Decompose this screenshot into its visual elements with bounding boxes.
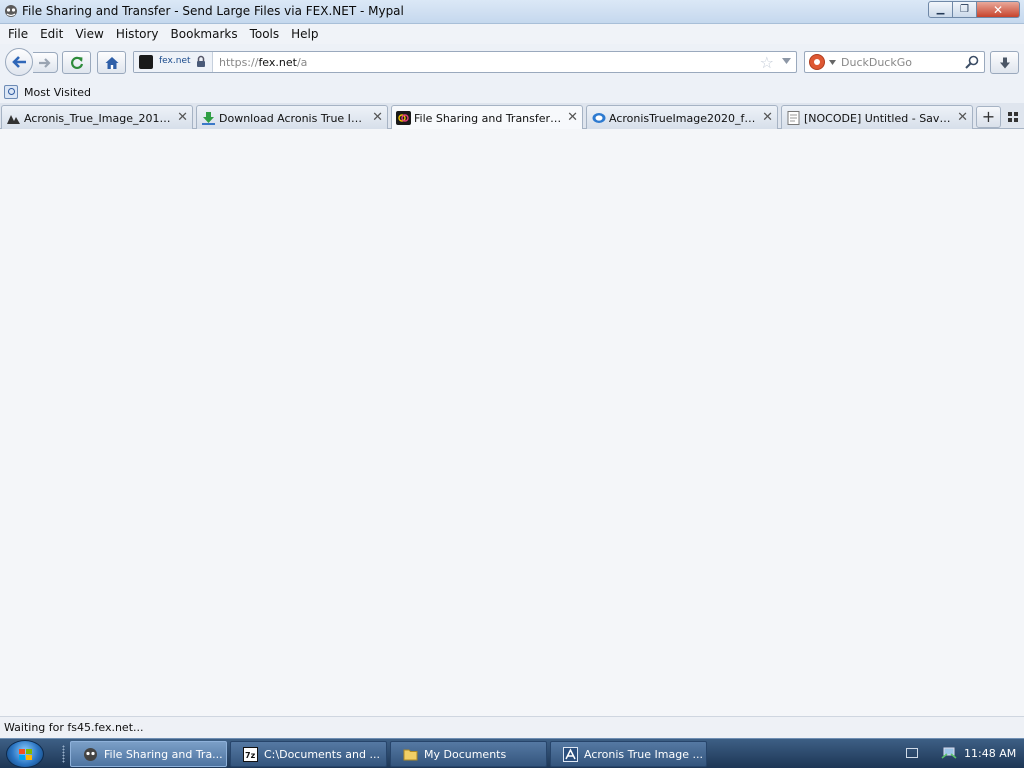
- tab-fex-file-sharing[interactable]: File Sharing and Transfer - ... ✕: [391, 105, 583, 130]
- start-button[interactable]: [6, 740, 44, 768]
- back-arrow-icon: [12, 56, 26, 68]
- url-path: /a: [296, 56, 308, 69]
- maximize-button[interactable]: ❐: [953, 1, 977, 18]
- tab-label: File Sharing and Transfer - ...: [414, 112, 562, 125]
- taskbar-item-label: My Documents: [424, 748, 507, 761]
- system-tray: 11:48 AM: [896, 739, 1024, 768]
- svg-text:7z: 7z: [245, 751, 256, 760]
- tab-list-icon[interactable]: [1008, 112, 1018, 122]
- forward-arrow-icon: [39, 57, 51, 68]
- windows-taskbar: File Sharing and Tra... 7z C:\Documents …: [0, 738, 1024, 768]
- fex-icon: [396, 111, 411, 125]
- page-icon: [787, 111, 800, 125]
- acronis-app-icon: [563, 747, 578, 762]
- home-button[interactable]: [97, 51, 126, 74]
- taskbar-item-my-documents[interactable]: My Documents: [390, 741, 547, 767]
- keyboard-icon[interactable]: [906, 748, 918, 758]
- menu-edit[interactable]: Edit: [34, 24, 69, 44]
- menu-bookmarks[interactable]: Bookmarks: [165, 24, 244, 44]
- url-scheme: https://: [219, 56, 259, 69]
- new-tab-button[interactable]: +: [976, 106, 1001, 128]
- network-icon[interactable]: [941, 746, 957, 760]
- search-input[interactable]: [841, 55, 961, 69]
- bookmark-star-icon[interactable]: ☆: [760, 53, 774, 72]
- download-arrow-icon: [999, 57, 1010, 68]
- bookmarks-toolbar: Most Visited: [0, 80, 1024, 103]
- tab-label: Acronis_True_Image_2015_v...: [24, 112, 172, 125]
- taskbar-item-7zip[interactable]: 7z C:\Documents and ...: [230, 741, 387, 767]
- tab-close-icon[interactable]: ✕: [372, 110, 383, 125]
- cloud-icon: [592, 113, 606, 123]
- url-host: fex.net: [258, 56, 297, 69]
- back-button[interactable]: [5, 48, 33, 76]
- tab-close-icon[interactable]: ✕: [957, 110, 968, 125]
- status-bar: Waiting for fs45.fex.net...: [0, 716, 1024, 738]
- taskbar-item-browser[interactable]: File Sharing and Tra...: [70, 741, 227, 767]
- url-history-dropdown-icon[interactable]: [782, 58, 791, 65]
- minimize-button[interactable]: ▁: [928, 1, 953, 18]
- most-visited-bookmark[interactable]: Most Visited: [4, 84, 91, 100]
- search-engine-dropdown-icon[interactable]: [829, 60, 836, 65]
- window-controls: ▁ ❐ ✕: [928, 1, 1020, 18]
- tab-close-icon[interactable]: ✕: [567, 110, 578, 125]
- tab-label: [NOCODE] Untitled - SaveTe...: [804, 112, 952, 125]
- lock-icon: [197, 55, 205, 67]
- search-bar: [804, 51, 985, 73]
- taskbar-item-label: Acronis True Image ...: [584, 748, 703, 761]
- folder-icon: [403, 749, 418, 761]
- tab-label: AcronisTrueImage2020_full_...: [609, 112, 757, 125]
- downloads-button[interactable]: [990, 51, 1019, 74]
- window-title: File Sharing and Transfer - Send Large F…: [22, 4, 404, 18]
- taskbar-item-label: C:\Documents and ...: [264, 748, 380, 761]
- taskbar-item-label: File Sharing and Tra...: [104, 748, 223, 761]
- taskbar-grip: [62, 745, 65, 763]
- home-icon: [105, 56, 118, 69]
- address-bar[interactable]: fex.net https://fex.net/a ☆: [133, 51, 797, 73]
- taskbar-clock[interactable]: 11:48 AM: [964, 747, 1016, 760]
- tab-acronis-2020[interactable]: AcronisTrueImage2020_full_... ✕: [586, 105, 778, 129]
- tab-download-acronis[interactable]: Download Acronis True Ima... ✕: [196, 105, 388, 129]
- mypal-app-icon: [5, 5, 17, 17]
- menu-history[interactable]: History: [110, 24, 165, 44]
- most-visited-label: Most Visited: [24, 85, 91, 99]
- menu-help[interactable]: Help: [285, 24, 324, 44]
- menu-bar: File Edit View History Bookmarks Tools H…: [0, 24, 1024, 44]
- site-identity-domain: fex.net: [159, 56, 191, 66]
- mypal-app-icon: [84, 748, 97, 761]
- menu-file[interactable]: File: [2, 24, 34, 44]
- download-icon: [202, 112, 215, 125]
- taskbar-item-acronis[interactable]: Acronis True Image ...: [550, 741, 707, 767]
- window-titlebar: File Sharing and Transfer - Send Large F…: [0, 0, 1024, 24]
- tab-strip: Acronis_True_Image_2015_v... ✕ Download …: [0, 103, 1024, 130]
- status-text: Waiting for fs45.fex.net...: [4, 721, 144, 734]
- site-identity-button[interactable]: fex.net: [134, 52, 213, 72]
- softpedia-icon: [7, 115, 20, 124]
- windows-logo-icon: [19, 749, 32, 760]
- tab-close-icon[interactable]: ✕: [762, 110, 773, 125]
- url-text[interactable]: https://fex.net/a: [219, 56, 307, 69]
- forward-button[interactable]: [33, 52, 58, 73]
- fex-favicon: [139, 55, 153, 69]
- tab-close-icon[interactable]: ✕: [177, 110, 188, 125]
- search-magnifier-icon[interactable]: [965, 55, 979, 69]
- reload-icon: [70, 56, 83, 69]
- most-visited-folder-icon: [4, 85, 18, 99]
- page-content-area[interactable]: [0, 129, 1024, 716]
- 7zip-icon: 7z: [243, 747, 258, 762]
- menu-view[interactable]: View: [69, 24, 109, 44]
- reload-button[interactable]: [62, 51, 91, 74]
- tab-nocode-savetext[interactable]: [NOCODE] Untitled - SaveTe... ✕: [781, 105, 973, 129]
- tab-acronis-softpedia[interactable]: Acronis_True_Image_2015_v... ✕: [1, 105, 193, 129]
- close-button[interactable]: ✕: [977, 1, 1020, 18]
- duckduckgo-icon[interactable]: [809, 54, 825, 70]
- tab-label: Download Acronis True Ima...: [219, 112, 367, 125]
- menu-tools[interactable]: Tools: [244, 24, 286, 44]
